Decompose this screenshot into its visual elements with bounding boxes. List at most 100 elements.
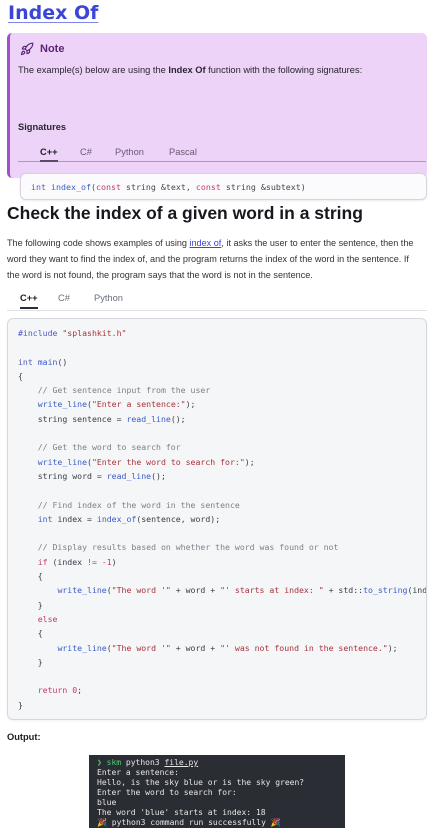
terminal-line: The word 'blue' starts at index: 18 (97, 808, 266, 817)
code-token: if (37, 556, 48, 567)
code-token: main (37, 356, 58, 367)
sig-return-type: int (31, 182, 46, 192)
code-include-file: "splashkit.h" (62, 328, 127, 338)
code-token: "Enter the word to search for:" (91, 456, 245, 467)
terminal-line: Hello, is the sky blue or is the sky gre… (97, 778, 305, 787)
code-token: else (18, 613, 58, 624)
code-token: to_string (363, 585, 408, 596)
code-line: #include "splashkit.h" (18, 326, 426, 340)
code-token: ; (77, 685, 83, 696)
code-token: "Enter a sentence:" (91, 399, 186, 410)
sig-const-1: const (95, 182, 121, 192)
code-token: -1 (101, 556, 112, 567)
terminal-output: ❯ skm python3 file.py Enter a sentence: … (89, 755, 345, 828)
code-token: (); (170, 413, 186, 424)
note-text-before: The example(s) below are using the (18, 65, 169, 75)
tab-sig-python[interactable]: Python (115, 147, 144, 157)
code-token: int (18, 356, 33, 367)
code-token: return (37, 685, 68, 696)
code-token: index = (52, 513, 97, 524)
code-line: string word = read_line(); (18, 469, 426, 483)
para-text-before: The following code shows examples of usi… (7, 238, 190, 248)
sig-arg-1: string &text, (120, 182, 196, 192)
terminal-line: Enter a sentence: (97, 768, 179, 777)
code-comment: // Display results based on whether the … (18, 542, 339, 553)
signature-code-block: int index_of(const string &text, const s… (20, 173, 427, 200)
code-token: write_line (37, 399, 88, 410)
terminal-prompt: ❯ skm (97, 758, 122, 767)
terminal-command-line: ❯ skm python3 file.py (97, 758, 337, 768)
code-line: } (18, 599, 43, 610)
terminal-command: python3 (121, 758, 165, 767)
page-title[interactable]: Index Of (8, 2, 98, 24)
section-heading: Check the index of a given word in a str… (7, 203, 363, 223)
code-token: write_line (37, 456, 88, 467)
code-line: { (18, 571, 43, 582)
note-header: Note (20, 42, 64, 56)
code-token: != (87, 556, 97, 567)
terminal-file: file.py (164, 758, 199, 767)
code-token: read_line (106, 470, 152, 481)
code-line: } (18, 656, 43, 667)
code-include: #include (18, 328, 63, 338)
code-token: read_line (126, 413, 171, 424)
code-token: (index)); (407, 585, 427, 596)
note-text-after: function with the following signatures: (205, 65, 363, 75)
code-comment: // Find index of the word in the sentenc… (18, 499, 240, 510)
code-line: write_line("The word '" + word + "' star… (18, 583, 427, 597)
note-text: The example(s) below are using the Index… (18, 65, 362, 75)
code-line: if (index != -1) (18, 555, 426, 569)
signatures-label: Signatures (18, 122, 67, 132)
code-token: "The word '" (111, 642, 171, 653)
code-line: return 0; (18, 683, 426, 697)
terminal-line: Enter the word to search for: (97, 788, 237, 797)
code-line: write_line("Enter the word to search for… (18, 455, 426, 469)
code-line: } (18, 699, 23, 710)
tab-sig-csharp[interactable]: C# (80, 147, 92, 157)
note-function-name: Index Of (168, 65, 206, 75)
code-token: write_line (57, 642, 107, 653)
code-line: int main() (18, 355, 426, 369)
code-line: write_line("Enter a sentence:"); (18, 397, 426, 411)
rocket-icon (20, 42, 34, 56)
tab-sig-pascal[interactable]: Pascal (169, 147, 197, 157)
section-description: The following code shows examples of usi… (7, 235, 417, 283)
code-token: (sentence, word); (136, 513, 221, 524)
tab-sig-cpp[interactable]: C++ (40, 147, 58, 162)
signature-tabs: C++ C# Python Pascal (18, 145, 426, 162)
terminal-line: blue (97, 798, 117, 807)
output-label: Output: (7, 732, 41, 742)
code-comment: // Get sentence input from the user (18, 385, 211, 396)
code-token: + std:: (323, 585, 364, 596)
code-token: (index (47, 556, 88, 567)
tab-example-csharp[interactable]: C# (58, 293, 70, 303)
code-token: "' was not found in the sentence." (220, 642, 388, 653)
code-token: + word + (170, 585, 221, 596)
code-block[interactable]: #include "splashkit.h" int main() { // G… (7, 318, 427, 720)
code-lines: #include "splashkit.h" int main() { // G… (18, 326, 427, 712)
code-token: int (37, 513, 53, 524)
code-token: ); (387, 642, 398, 653)
index-of-link[interactable]: index of (189, 238, 221, 248)
code-comment: // Get the word to search for (18, 442, 181, 453)
code-line: string sentence = read_line(); (18, 412, 426, 426)
sig-function-name: index_of (51, 182, 91, 192)
code-line: int index = index_of(sentence, word); (18, 512, 426, 526)
code-token: index_of (96, 513, 137, 524)
code-token: + word + (170, 642, 221, 653)
tab-example-cpp[interactable]: C++ (20, 293, 38, 309)
code-token: () (57, 356, 68, 367)
code-token: string word = (18, 470, 107, 481)
code-token: (); (151, 470, 166, 481)
tab-example-python[interactable]: Python (94, 293, 123, 303)
